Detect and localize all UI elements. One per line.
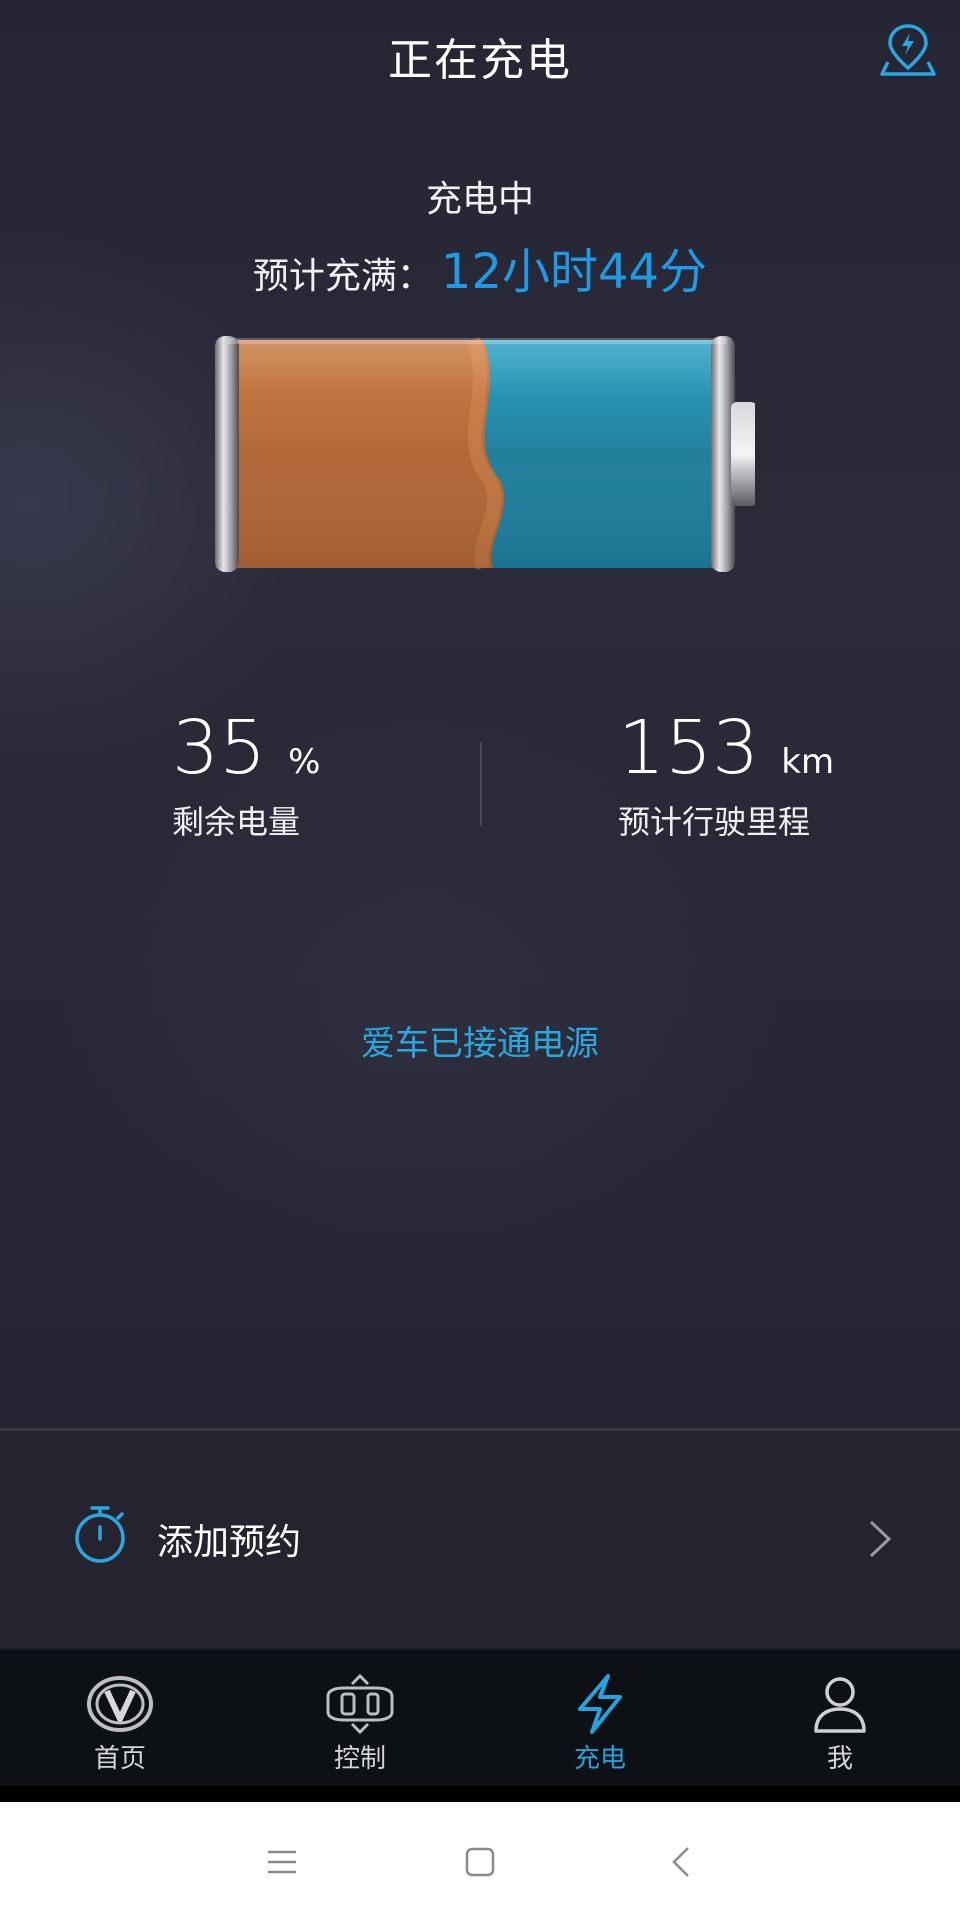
tab-bar-bottom-edge [0,1786,960,1802]
tab-home[interactable]: 首页 [0,1650,240,1788]
back-icon[interactable] [660,1840,704,1884]
eta-row: 预计充满： 12小时44分 [0,232,960,302]
charging-screen: 正在充电 充电中 预计充满： 12小时44分 35 % 剩余电量 153 km … [0,0,960,1802]
range-value: 153 [618,705,760,791]
page-title: 正在充电 [388,35,572,86]
tab-control-label: 控制 [333,1744,386,1774]
battery-level-value: 35 [172,705,267,791]
person-icon [814,1677,866,1733]
eta-label: 预计充满： [252,256,433,297]
home-square-icon[interactable] [458,1840,502,1884]
charging-map-button[interactable] [878,22,938,78]
range-stat: 153 km 预计行驶里程 [618,705,918,843]
tab-home-label: 首页 [93,1744,146,1774]
tab-charging[interactable]: 充电 [480,1650,720,1788]
charging-map-pin-icon [880,24,936,76]
changan-logo-icon [87,1676,153,1732]
lightning-icon [578,1674,622,1734]
battery-graphic [215,336,755,572]
battery-level-stat: 35% 剩余电量 [172,705,472,843]
menu-icon[interactable] [260,1840,304,1884]
battery-level-label: 剩余电量 [172,803,301,841]
tab-control[interactable]: 控制 [240,1650,480,1788]
add-reservation-row[interactable]: 添加预约 [0,1431,960,1647]
car-control-icon [326,1674,394,1734]
range-unit: km [781,742,835,782]
connection-status: 爱车已接通电源 [361,1024,599,1064]
tab-charging-label: 充电 [573,1744,626,1774]
range-label: 预计行驶里程 [618,803,811,841]
chevron-right-icon [869,1520,892,1558]
tab-me-label: 我 [826,1744,853,1774]
eta-value: 12小时44分 [440,244,708,300]
bottom-tab-bar: 首页 控制 充电 我 [0,1648,960,1788]
system-navigation-bar [0,1802,960,1920]
add-reservation-label: 添加预约 [157,1522,302,1563]
tab-me[interactable]: 我 [720,1650,960,1788]
charging-status: 充电中 [425,179,534,220]
stopwatch-icon [75,1506,125,1563]
battery-level-unit: % [288,742,321,782]
stats-divider [480,742,482,826]
